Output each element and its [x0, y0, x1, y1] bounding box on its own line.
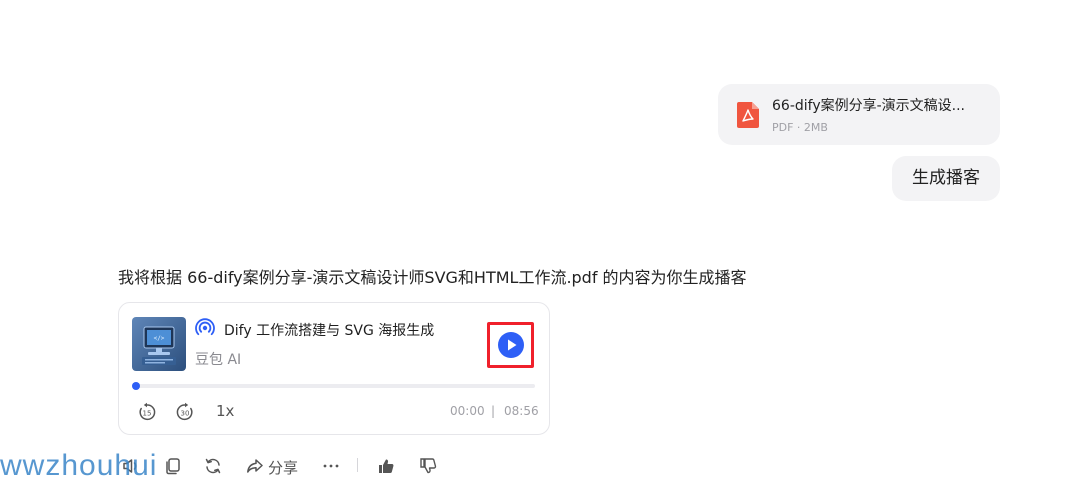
podcast-card[interactable]: </> Dify 工作流搭建与 SVG 海报生成 豆包 AI 15 30 1x … — [118, 302, 550, 435]
action-divider — [357, 458, 358, 472]
watermark: wwzhouhui — [0, 449, 158, 482]
pdf-icon — [737, 102, 759, 128]
progress-handle[interactable] — [132, 382, 140, 390]
time-total: 08:56 — [504, 404, 539, 418]
refresh-icon[interactable] — [203, 456, 223, 476]
svg-text:15: 15 — [143, 409, 152, 417]
file-meta: PDF · 2MB — [772, 121, 828, 134]
assistant-reply: 我将根据 66-dify案例分享-演示文稿设计师SVG和HTML工作流.pdf … — [118, 268, 747, 287]
podcast-cover-image: </> — [132, 317, 186, 371]
progress-bar[interactable] — [134, 384, 535, 388]
time-current: 00:00 — [450, 404, 485, 418]
play-icon — [508, 339, 517, 351]
share-button[interactable]: 分享 — [268, 457, 298, 478]
file-attachment[interactable]: 66-dify案例分享-演示文稿设... PDF · 2MB — [718, 84, 1000, 145]
chat-page: 66-dify案例分享-演示文稿设... PDF · 2MB 生成播客 我将根据… — [0, 0, 1079, 491]
thumbs-down-icon[interactable] — [418, 456, 438, 476]
user-message: 生成播客 — [892, 156, 1000, 201]
copy-icon[interactable] — [163, 456, 183, 476]
play-button-highlight — [487, 322, 534, 368]
svg-text:30: 30 — [181, 409, 190, 417]
file-name: 66-dify案例分享-演示文稿设... — [772, 98, 966, 114]
share-icon[interactable] — [245, 456, 265, 476]
podcast-title: Dify 工作流搭建与 SVG 海报生成 — [224, 323, 435, 339]
podcast-author: 豆包 AI — [195, 352, 242, 368]
svg-text:</>: </> — [154, 335, 165, 342]
forward-30-icon[interactable]: 30 — [175, 402, 195, 422]
podcast-signal-icon — [195, 318, 215, 336]
play-button[interactable] — [498, 332, 524, 358]
rewind-15-icon[interactable]: 15 — [137, 402, 157, 422]
time-separator: | — [491, 404, 496, 418]
more-icon[interactable] — [321, 456, 341, 476]
playback-speed-button[interactable]: 1x — [216, 402, 234, 420]
thumbs-up-icon[interactable] — [376, 456, 396, 476]
